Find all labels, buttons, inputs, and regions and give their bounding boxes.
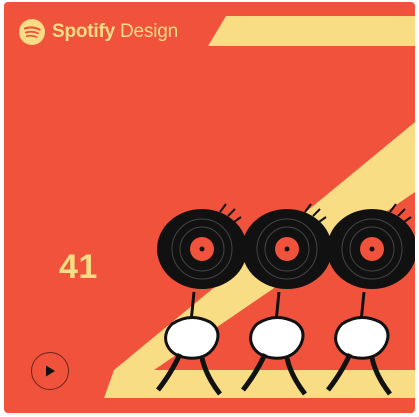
z-top-bar <box>208 16 415 46</box>
play-button[interactable] <box>31 352 69 390</box>
brand-suffix: Design <box>120 21 178 42</box>
episode-number: 41 <box>59 248 98 286</box>
z-bottom-bar <box>104 370 415 398</box>
spotify-design-brand: Spotify Design <box>18 18 178 46</box>
brand-name: Spotify Design <box>52 18 178 46</box>
cover-artwork <box>104 16 415 398</box>
podcast-cover-card[interactable]: Spotify Design 41 <box>4 2 415 413</box>
brand-word: Spotify <box>52 21 115 42</box>
play-icon <box>46 365 55 377</box>
record-hand-3 <box>326 203 415 396</box>
spotify-logo-icon <box>19 19 45 45</box>
